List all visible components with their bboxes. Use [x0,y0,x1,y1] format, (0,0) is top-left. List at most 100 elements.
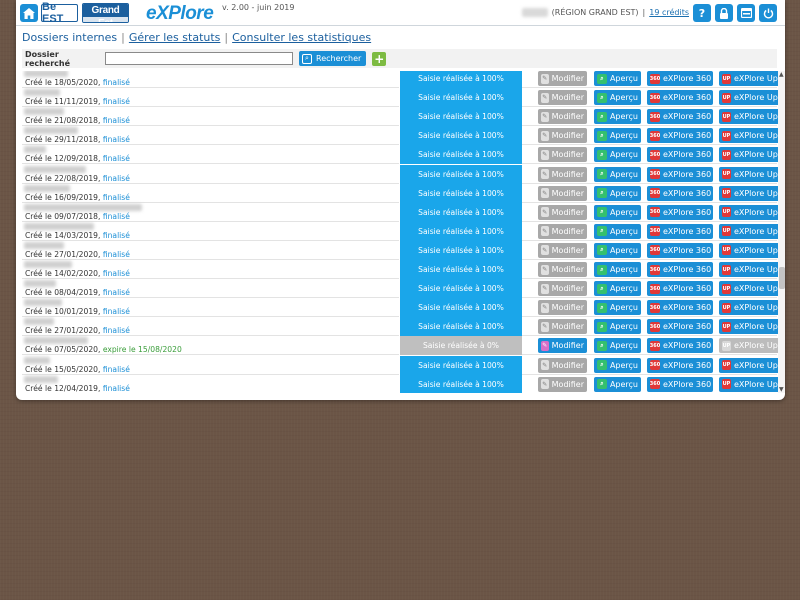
explore-up-button[interactable]: UP eXPlore Up' [719,300,783,316]
explore-up-button[interactable]: UP eXPlore Up' [719,71,783,86]
modifier-button[interactable]: ✎ Modifier [538,90,587,106]
modifier-button[interactable]: ✎ Modifier [538,242,587,258]
apercu-button[interactable]: ⌕ Aperçu [594,262,641,277]
explore-360-button[interactable]: 360 eXPlore 360 [647,300,713,316]
explore-up-button[interactable]: UP eXPlore Up' [719,242,783,258]
modifier-button[interactable]: ✎ Modifier [538,185,587,201]
explore-up-button[interactable]: UP eXPlore Up' [719,204,783,220]
apercu-button[interactable]: ⌕ Aperçu [594,376,641,392]
credits-link[interactable]: 19 crédits [649,8,689,17]
explore-360-button[interactable]: 360 eXPlore 360 [647,281,713,297]
apercu-button[interactable]: ⌕ Aperçu [594,204,641,220]
explore-up-button[interactable]: UP eXPlore Up' [719,319,783,335]
dossier-status: finalisé [102,307,130,317]
lock-icon[interactable] [715,4,733,22]
dossier-created: Créé le 16/09/2019, finalisé [25,193,130,202]
apercu-button[interactable]: ⌕ Aperçu [594,281,641,297]
explore-up-button[interactable]: UP eXPlore Up' [719,262,783,277]
explore-up-button[interactable]: UP eXPlore Up' [719,281,783,297]
explore-360-button[interactable]: 360 eXPlore 360 [647,71,713,86]
explore-up-button[interactable]: UP eXPlore Up' [719,147,783,163]
add-dossier-button[interactable]: + [372,51,387,66]
apercu-button[interactable]: ⌕ Aperçu [594,166,641,182]
explore-up-button[interactable]: UP eXPlore Up' [719,223,783,239]
apercu-button[interactable]: ⌕ Aperçu [594,319,641,335]
modifier-button[interactable]: ✎ Modifier [538,71,587,86]
power-icon[interactable] [759,4,777,22]
modifier-button[interactable]: ✎ Modifier [538,166,587,182]
window-icon[interactable] [737,4,755,22]
dossier-list[interactable]: Créé le 18/05/2020, finalisé Saisie réali… [22,71,785,393]
apercu-button[interactable]: ⌕ Aperçu [594,223,641,239]
explore-up-button[interactable]: UP eXPlore Up' [719,376,783,392]
explore-360-button[interactable]: 360 eXPlore 360 [647,185,713,201]
explore-up-button[interactable]: UP eXPlore Up' [719,166,783,182]
magnifier-icon: ⌕ [597,149,607,160]
explore-360-button[interactable]: 360 eXPlore 360 [647,338,713,354]
explore-up-button[interactable]: UP eXPlore Up' [719,128,783,144]
modifier-button[interactable]: ✎ Modifier [538,204,587,220]
explore-360-button[interactable]: 360 eXPlore 360 [647,319,713,335]
explore-360-button[interactable]: 360 eXPlore 360 [647,90,713,106]
explore-up-button[interactable]: UP eXPlore Up' [719,338,783,354]
apercu-button[interactable]: ⌕ Aperçu [594,185,641,201]
explore-up-button[interactable]: UP eXPlore Up' [719,90,783,106]
scrollbar[interactable]: ▲ ▼ [778,71,785,393]
modifier-button[interactable]: ✎ Modifier [538,376,587,392]
home-icon[interactable] [20,4,38,22]
explore-up-icon: UP [722,264,731,275]
explore-360-button[interactable]: 360 eXPlore 360 [647,128,713,144]
explore-360-icon: 360 [649,321,661,332]
explore-up-button[interactable]: UP eXPlore Up' [719,185,783,201]
modifier-button[interactable]: ✎ Modifier [538,300,587,316]
dossier-status: finalisé [102,116,130,126]
explore-360-button[interactable]: 360 eXPlore 360 [647,376,713,392]
explore-up-button[interactable]: UP eXPlore Up' [719,357,783,373]
explore-360-button[interactable]: 360 eXPlore 360 [647,357,713,373]
explore-360-button[interactable]: 360 eXPlore 360 [647,262,713,277]
modifier-button[interactable]: ✎ Modifier [538,128,587,144]
scroll-up-icon[interactable]: ▲ [779,71,784,78]
explore-360-icon: 360 [649,111,661,122]
explore-360-button[interactable]: 360 eXPlore 360 [647,204,713,220]
explore-360-icon: 360 [649,283,661,294]
nav-gerer-statuts[interactable]: Gérer les statuts [129,31,221,44]
search-input[interactable] [105,52,293,65]
apercu-button[interactable]: ⌕ Aperçu [594,90,641,106]
apercu-button[interactable]: ⌕ Aperçu [594,338,641,354]
explore-up-button[interactable]: UP eXPlore Up' [719,109,783,125]
explore-up-label: eXPlore Up' [733,322,780,332]
modifier-button[interactable]: ✎ Modifier [538,338,587,354]
nav-dossiers-internes[interactable]: Dossiers internes [22,31,117,44]
scrollbar-thumb[interactable] [779,267,785,289]
explore-360-button[interactable]: 360 eXPlore 360 [647,223,713,239]
apercu-button[interactable]: ⌕ Aperçu [594,300,641,316]
help-icon[interactable]: ? [693,4,711,22]
explore-360-button[interactable]: 360 eXPlore 360 [647,166,713,182]
explore-360-button[interactable]: 360 eXPlore 360 [647,147,713,163]
pencil-icon: ✎ [541,207,549,218]
nav-consulter-statistiques[interactable]: Consulter les statistiques [232,31,371,44]
modifier-label: Modifier [551,207,584,217]
modifier-button[interactable]: ✎ Modifier [538,319,587,335]
apercu-button[interactable]: ⌕ Aperçu [594,357,641,373]
pencil-icon: ✎ [541,226,549,237]
modifier-button[interactable]: ✎ Modifier [538,109,587,125]
modifier-button[interactable]: ✎ Modifier [538,223,587,239]
apercu-button[interactable]: ⌕ Aperçu [594,242,641,258]
modifier-button[interactable]: ✎ Modifier [538,262,587,277]
dossier-created: Créé le 09/07/2018, finalisé [25,212,130,221]
apercu-button[interactable]: ⌕ Aperçu [594,147,641,163]
scroll-down-icon[interactable]: ▼ [779,386,784,393]
explore-360-button[interactable]: 360 eXPlore 360 [647,109,713,125]
apercu-button[interactable]: ⌕ Aperçu [594,128,641,144]
explore-logo: eXPlore [146,3,214,24]
modifier-button[interactable]: ✎ Modifier [538,357,587,373]
apercu-label: Aperçu [609,207,638,217]
explore-360-button[interactable]: 360 eXPlore 360 [647,242,713,258]
apercu-button[interactable]: ⌕ Aperçu [594,71,641,86]
apercu-button[interactable]: ⌕ Aperçu [594,109,641,125]
modifier-button[interactable]: ✎ Modifier [538,281,587,297]
modifier-button[interactable]: ✎ Modifier [538,147,587,163]
search-button[interactable]: ⌕ Rechercher [299,51,367,66]
